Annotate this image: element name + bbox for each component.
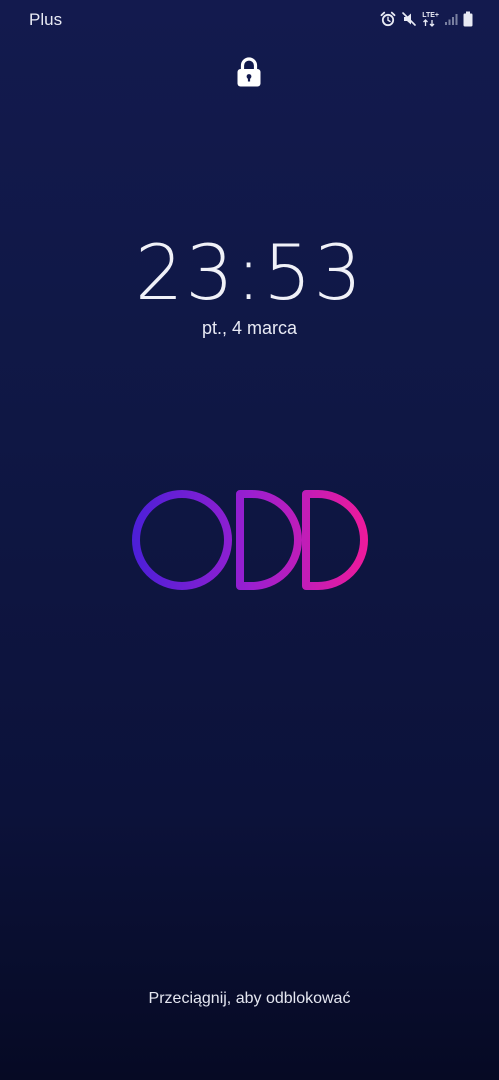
lock-icon [236,56,262,88]
carrier-label: Plus [29,10,63,29]
status-bar: Plus LTE+ [0,0,499,40]
clock-time: 23:53 [134,228,365,317]
lte-icon: LTE+ [422,12,439,27]
lte-label: LTE+ [422,11,439,19]
alarm-icon [380,11,396,27]
odd-logo [130,488,370,592]
status-icons: LTE+ [380,9,473,29]
battery-icon [463,11,473,27]
signal-icon [444,12,458,26]
mute-icon [401,11,417,27]
unlock-hint[interactable]: Przeciągnij, aby odblokować [0,990,499,1008]
clock-date: pt., 4 marca [201,318,298,338]
